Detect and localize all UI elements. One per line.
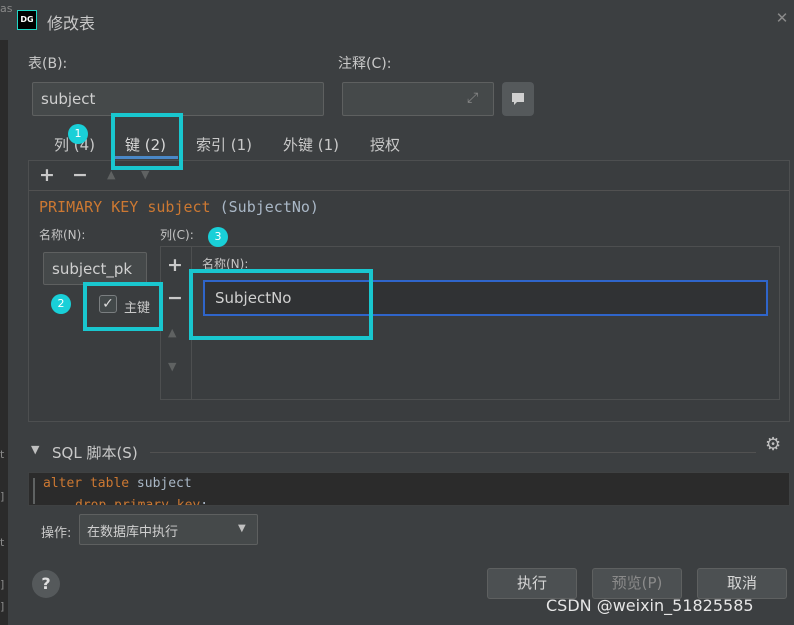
annotation-badge: 3 — [208, 227, 228, 247]
columns-label: 列(C): — [160, 228, 194, 242]
sql-section-title[interactable]: SQL 脚本(S) — [52, 442, 138, 463]
keys-toolbar-divider — [29, 190, 789, 191]
background-text: ] — [0, 600, 5, 613]
cancel-button[interactable]: 取消 — [697, 568, 787, 599]
tab-foreign-keys[interactable]: 外键 (1) — [283, 134, 339, 155]
gear-icon[interactable]: ⚙ — [765, 434, 781, 455]
add-key-button[interactable]: + — [37, 164, 57, 186]
sql-script-editor[interactable]: alter table subject drop primary key; — [28, 472, 790, 506]
datagrip-logo-icon: DG — [17, 10, 37, 30]
help-button[interactable]: ? — [32, 570, 60, 598]
operation-select[interactable]: 在数据库中执行 ▼ — [79, 514, 258, 545]
title-bar — [0, 0, 794, 40]
tab-indexes[interactable]: 索引 (1) — [196, 134, 252, 155]
background-text: ] — [0, 578, 5, 591]
collapse-sql-icon[interactable]: ▼ — [31, 443, 39, 456]
comment-input[interactable]: ⤢ — [342, 82, 494, 116]
annotation-box-primary-key — [83, 282, 163, 331]
sql-line: drop primary key; — [75, 498, 209, 506]
annotation-box-keys-tab — [111, 113, 183, 170]
add-column-button[interactable]: + — [165, 254, 185, 276]
fold-marker-icon — [33, 478, 38, 504]
move-column-up-icon[interactable]: ▲ — [168, 326, 176, 339]
background-text: t — [0, 536, 5, 549]
speech-bubble-icon — [512, 93, 524, 105]
tab-grants[interactable]: 授权 — [370, 134, 400, 155]
annotation-box-column — [189, 269, 373, 340]
key-definition: PRIMARY KEY subject (SubjectNo) — [39, 198, 319, 216]
comment-editor-button[interactable] — [502, 82, 534, 116]
close-icon[interactable]: ✕ — [772, 8, 792, 28]
preview-button[interactable]: 预览(P) — [592, 568, 682, 599]
expand-icon[interactable]: ⤢ — [467, 90, 478, 106]
chevron-down-icon: ▼ — [238, 523, 246, 534]
background-text: ] — [0, 490, 5, 503]
annotation-badge: 2 — [51, 294, 71, 314]
annotation-badge: 1 — [68, 124, 88, 144]
remove-key-button[interactable]: − — [70, 164, 90, 186]
watermark: CSDN @weixin_51825585 — [546, 596, 754, 615]
key-name-label: 名称(N): — [39, 228, 86, 242]
sql-section-divider — [150, 452, 756, 453]
table-name-label: 表(B): — [28, 56, 68, 72]
execute-button[interactable]: 执行 — [487, 568, 577, 599]
background-text: t — [0, 448, 5, 461]
table-name-value: subject — [41, 90, 96, 108]
background-text: as — [0, 2, 13, 15]
key-name-input[interactable]: subject_pk — [43, 252, 147, 285]
sql-line: alter table subject — [43, 476, 192, 491]
table-name-input[interactable]: subject — [32, 82, 324, 116]
move-column-down-icon[interactable]: ▼ — [168, 360, 176, 373]
operation-label: 操作: — [41, 526, 72, 541]
remove-column-button[interactable]: − — [165, 287, 185, 309]
dialog-title: 修改表 — [47, 14, 96, 33]
comment-label: 注释(C): — [338, 56, 392, 72]
